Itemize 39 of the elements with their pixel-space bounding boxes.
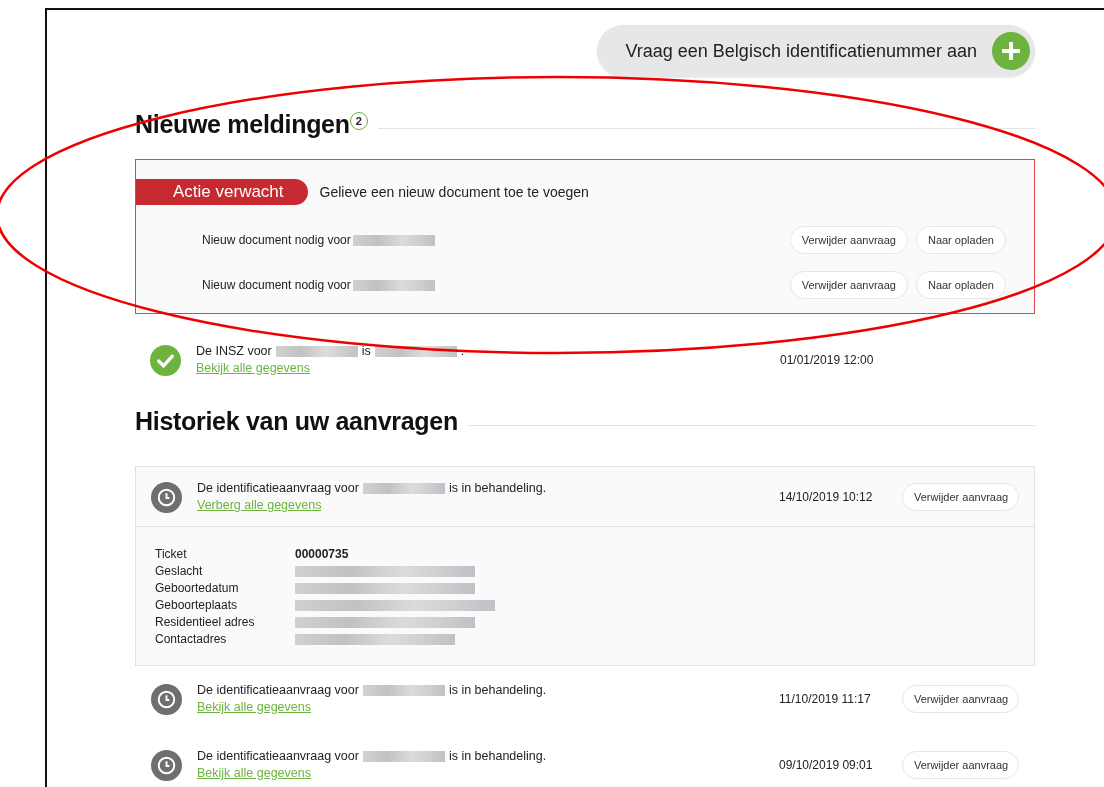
field-label: Residentieel adres <box>155 614 256 631</box>
field-label: Geslacht <box>155 563 204 580</box>
message-text: De INSZ voor <box>196 344 272 358</box>
message-text: De identificatieaanvraag voor <box>197 481 359 495</box>
field-value: 00000735 <box>295 546 350 563</box>
plus-icon <box>991 31 1031 71</box>
alert-message: Gelieve een nieuw document toe te voegen <box>319 184 589 200</box>
action-button[interactable]: Verwijder aanvraag <box>789 226 908 254</box>
field-label: Geboorteplaats <box>155 597 239 614</box>
field-label: Ticket <box>155 546 188 563</box>
date-text: 09/10/2019 09:01 <box>779 758 874 772</box>
document-request-text: Nieuw document nodig voor <box>202 233 351 247</box>
delete-request-button[interactable]: Verwijder aanvraag <box>902 751 1019 779</box>
message-text: De identificatieaanvraag voor <box>197 683 359 697</box>
delete-request-button[interactable]: Verwijder aanvraag <box>902 685 1019 713</box>
field-label: Geboortedatum <box>155 580 240 597</box>
message-text: De identificatieaanvraag voor <box>197 749 359 763</box>
message-text: is <box>361 344 371 358</box>
action-button[interactable]: Verwijder aanvraag <box>789 271 908 299</box>
action-button[interactable]: Naar opladen <box>915 271 1006 299</box>
action-button[interactable]: Naar opladen <box>915 226 1006 254</box>
checkmark-icon <box>150 344 181 376</box>
status-badge: Actie verwacht <box>136 179 308 205</box>
clock-icon <box>151 749 182 781</box>
date-text: 01/01/2019 12:00 <box>780 353 875 367</box>
request-id-button[interactable]: Vraag een Belgisch identificatienummer aan <box>597 25 1035 77</box>
clock-icon <box>151 683 182 715</box>
section-title: Historiek van uw aanvragen <box>135 407 458 436</box>
document-request-text: Nieuw document nodig voor <box>202 278 351 292</box>
date-text: 11/10/2019 11:17 <box>779 692 872 706</box>
message-text: is in behandeling. <box>448 683 547 697</box>
field-label: Contactadres <box>155 631 228 648</box>
message-text: is in behandeling. <box>448 749 547 763</box>
clock-icon <box>151 481 182 513</box>
message-text: . <box>460 344 465 358</box>
delete-request-button[interactable]: Verwijder aanvraag <box>902 483 1019 511</box>
message-text: is in behandeling. <box>448 481 547 495</box>
section-title: Nieuwe meldingen <box>135 110 350 139</box>
date-text: 14/10/2019 10:12 <box>779 490 874 504</box>
